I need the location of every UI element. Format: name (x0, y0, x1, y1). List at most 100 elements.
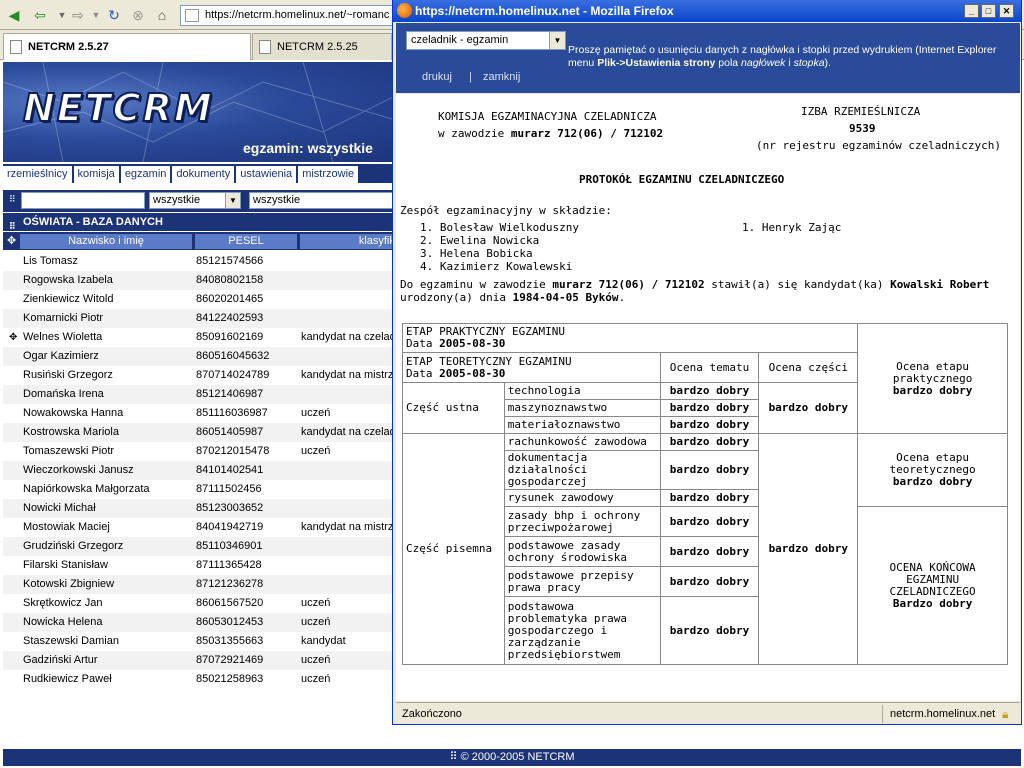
search-input[interactable] (21, 192, 145, 209)
address-bar[interactable]: https://netcrm.homelinux.net/~romanc (180, 5, 420, 26)
menu-item-dokumenty[interactable]: dokumenty (172, 166, 235, 183)
address-text: https://netcrm.homelinux.net/~romanc (205, 9, 390, 21)
row-name: Skrętkowicz Jan (23, 597, 103, 609)
popup-window: https://netcrm.homelinux.net - Mozilla F… (392, 0, 1022, 725)
close-icon[interactable]: ✕ (999, 4, 1014, 18)
table-row[interactable]: ✥ Welnes Wioletta 85091602169 kandydat na c… (3, 328, 393, 347)
forward-icon[interactable]: ⇨ (68, 5, 88, 25)
home-icon[interactable]: ⌂ (152, 5, 172, 25)
table-row[interactable]: Kostrowska Mariola 86051405987 kandydat na… (3, 423, 393, 442)
oral-part-label: Część ustna (402, 382, 505, 434)
table-row[interactable]: Nowakowska Hanna 851116036987 uczeń (3, 404, 393, 423)
intro-text: Do egzaminu w zawodzie (400, 278, 553, 291)
table-row[interactable]: Nowicka Helena 86053012453 uczeń (3, 613, 393, 632)
minimize-icon[interactable]: _ (964, 4, 979, 18)
row-status: kandydat na czeladnika (301, 426, 393, 438)
table-row[interactable]: Ogar Kazimierz 860516045632 (3, 347, 393, 366)
table-row[interactable]: Skrętkowicz Jan 86061567520 uczeń (3, 594, 393, 613)
row-pesel: 85091602169 (196, 331, 264, 343)
chevron-down-icon: ▼ (549, 32, 565, 49)
subject-grade: bardzo dobry (659, 382, 760, 400)
close-link[interactable]: zamknij (483, 71, 520, 83)
final-grade: Bardzo dobry (892, 596, 973, 610)
select-all-icon[interactable]: ✥ (7, 234, 16, 247)
table-row[interactable]: Zienkiewicz Witold 86020201465 (3, 290, 393, 309)
column-header-class[interactable]: klasyfika (300, 234, 403, 249)
footer-icon: ⠿ (449, 751, 461, 763)
intro-trade: murarz 712(06) / 712102 (552, 278, 705, 291)
row-status: kandydat na mistrza (301, 369, 393, 381)
tab-label: NETCRM 2.5.25 (277, 41, 358, 53)
back-arrow-icon[interactable]: ⇦ (30, 5, 50, 25)
status-text: Zakończono (402, 708, 462, 720)
table-row[interactable]: Rogowska Izabela 84080802158 (3, 271, 393, 290)
table-row[interactable]: Mostowiak Maciej 84041942719 kandydat na m… (3, 518, 393, 537)
row-name: Napiórkowska Małgorzata (23, 483, 150, 495)
column-header-pesel[interactable]: PESEL (195, 234, 297, 249)
column-header-name[interactable]: Nazwisko i imię (20, 234, 192, 249)
popup-statusbar: Zakończono netcrm.homelinux.net 🔒︎ (396, 702, 1020, 724)
table-row[interactable]: Kotowski Zbigniew 87121236278 (3, 575, 393, 594)
table-row[interactable]: Rusiński Grzegorz 870714024789 kandydat na… (3, 366, 393, 385)
row-status: uczeń (301, 673, 331, 685)
filter-select-1-value: wszystkie (153, 194, 201, 206)
table-row[interactable]: Domańska Irena 85121406987 (3, 385, 393, 404)
row-name: Zienkiewicz Witold (23, 293, 114, 305)
reload-icon[interactable]: ↻ (104, 5, 124, 25)
table-row[interactable]: Nowicki Michał 85123003652 (3, 499, 393, 518)
row-status: uczeń (301, 407, 331, 419)
maximize-icon[interactable]: □ (981, 4, 996, 18)
forward-dropdown-icon[interactable]: ▼ (86, 5, 106, 25)
stop-icon[interactable]: ⊗ (128, 5, 148, 25)
lock-icon[interactable]: 🔒︎ (1002, 703, 1008, 725)
table-row[interactable]: Wieczorkowski Janusz 84101402541 (3, 461, 393, 480)
subject-name: podstawowe zasady ochrony środowiska (503, 536, 661, 567)
menu-item-egzamin[interactable]: egzamin (120, 166, 171, 183)
row-name: Lis Tomasz (23, 255, 78, 267)
row-status: uczeń (301, 616, 331, 628)
table-row[interactable]: Komarnicki Piotr 84122402593 (3, 309, 393, 328)
subject-name: rysunek zawodowy (503, 489, 661, 507)
menu-item-mistrzowie[interactable]: mistrzowie (298, 166, 359, 183)
tab-netcrm-2527[interactable]: NETCRM 2.5.27 (3, 33, 251, 60)
app-banner: NETCRM egzamin: wszystkie (3, 62, 403, 162)
table-row[interactable]: Grudziński Grzegorz 85110346901 (3, 537, 393, 556)
row-name: Staszewski Damian (23, 635, 119, 647)
table-row[interactable]: Gadziński Artur 87072921469 uczeń (3, 651, 393, 670)
table-row[interactable]: Rudkiewicz Paweł 85021258963 uczeń (3, 670, 393, 689)
filter-select-2[interactable]: wszystkie (249, 192, 399, 209)
chamber-title: IZBA RZEMIEŚLNICZA (801, 105, 921, 118)
row-pesel: 87111502456 (196, 483, 262, 495)
row-pesel: 85121574566 (196, 255, 264, 267)
birth-suffix: . (618, 291, 626, 304)
row-pesel: 870714024789 (196, 369, 270, 381)
menu-item-rzemieslnicy[interactable]: rzemieślnicy (3, 166, 72, 183)
tab-netcrm-2525[interactable]: NETCRM 2.5.25 (252, 33, 392, 60)
row-name: Nowicka Helena (23, 616, 103, 628)
print-link[interactable]: drukuj (422, 71, 452, 83)
subject-name: dokumentacja działalności gospodarczej (503, 450, 661, 490)
theory-date: 2005-08-30 (439, 366, 506, 380)
table-row[interactable]: Lis Tomasz 85121574566 (3, 252, 393, 271)
row-pesel: 86020201465 (196, 293, 264, 305)
table-row[interactable]: Napiórkowska Małgorzata 87111502456 (3, 480, 393, 499)
practical-grade: bardzo dobry (892, 383, 973, 397)
back-icon[interactable]: ◀ (4, 5, 24, 25)
commission-title: KOMISJA EGZAMINACYJNA CZELADNICZA (438, 110, 657, 123)
status-domain: netcrm.homelinux.net (890, 708, 996, 720)
row-pesel: 84101402541 (196, 464, 264, 476)
menu-item-komisja[interactable]: komisja (73, 166, 119, 183)
page-icon (10, 40, 22, 54)
row-pesel: 85021258963 (196, 673, 264, 685)
menu-item-ustawienia[interactable]: ustawienia (236, 166, 297, 183)
table-row[interactable]: Tomaszewski Piotr 870212015478 uczeń (3, 442, 393, 461)
row-status: kandydat na mistrza (301, 521, 393, 533)
row-status: uczeń (301, 445, 331, 457)
row-pesel: 851116036987 (196, 407, 268, 419)
popup-titlebar[interactable]: https://netcrm.homelinux.net - Mozilla F… (393, 0, 1021, 22)
team-member: 1. Bolesław Wielkoduszny (420, 221, 579, 234)
filter-select-1[interactable]: wszystkie ▼ (149, 192, 241, 209)
table-row[interactable]: Filarski Stanisław 87111365428 (3, 556, 393, 575)
table-row[interactable]: Staszewski Damian 85031355663 kandydat (3, 632, 393, 651)
document-type-select[interactable]: czeladnik - egzamin ▼ (406, 31, 566, 50)
